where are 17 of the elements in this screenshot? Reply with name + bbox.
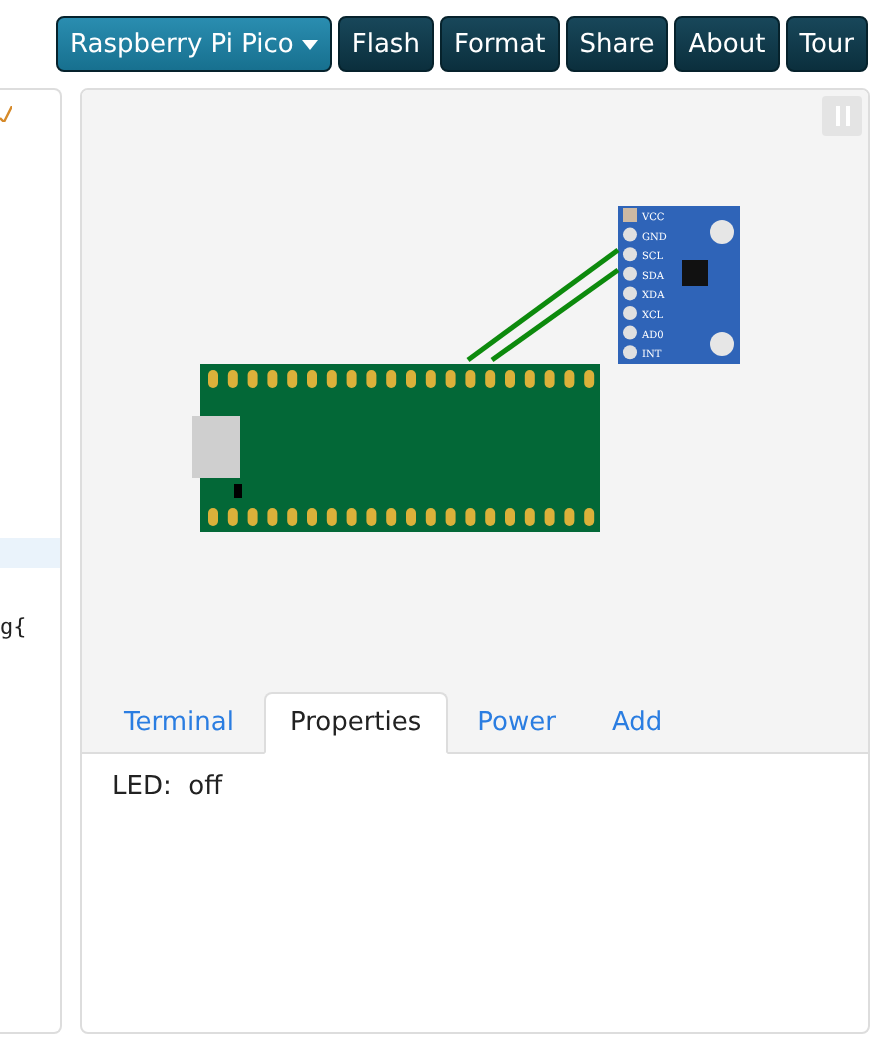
code-text: g{	[0, 614, 29, 640]
toolbar-button[interactable]: Share	[565, 16, 669, 72]
check-icon	[0, 106, 12, 122]
toolbar-button[interactable]: Format	[439, 16, 560, 72]
toolbar-button[interactable]: Tour	[785, 16, 868, 72]
wire	[490, 267, 620, 363]
toolbar-button[interactable]: About	[674, 16, 780, 72]
toolbar-button[interactable]: Flash	[337, 16, 434, 72]
pause-button[interactable]	[822, 96, 862, 136]
tab[interactable]: Properties	[263, 692, 448, 754]
tab[interactable]: Add	[585, 692, 689, 754]
board-dropdown[interactable]: Raspberry Pi Pico	[56, 16, 332, 72]
line-highlight	[0, 538, 60, 568]
tab[interactable]: Terminal	[98, 692, 260, 754]
caret-icon	[301, 39, 318, 49]
property-text: LED: off	[112, 772, 225, 802]
tab[interactable]: Power	[451, 692, 582, 754]
